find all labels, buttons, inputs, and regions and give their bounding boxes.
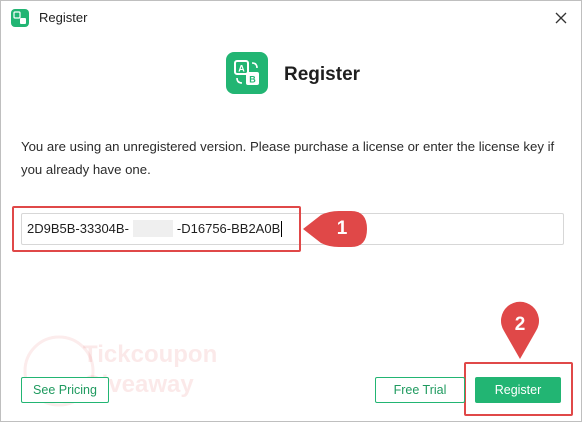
svg-text:B: B [249,75,256,85]
free-trial-button[interactable]: Free Trial [375,377,465,403]
register-button[interactable]: Register [475,377,561,403]
annotation-box-1 [12,206,301,252]
see-pricing-button[interactable]: See Pricing [21,377,109,403]
svg-text:A: A [238,64,245,74]
window-title: Register [39,10,88,25]
annotation-label-1: 1 [336,218,348,239]
annotation-label-2: 2 [514,314,526,335]
app-logo-icon: A B [226,52,268,94]
register-window: Register A B Register You are using an u… [0,0,582,422]
unregistered-message: You are using an unregistered version. P… [21,139,555,177]
watermark-line1: Tickcoupon [83,341,218,368]
page-title: Register [284,64,361,85]
close-icon[interactable] [547,5,575,31]
app-ab-icon [11,9,29,27]
title-bar: Register [1,1,581,35]
